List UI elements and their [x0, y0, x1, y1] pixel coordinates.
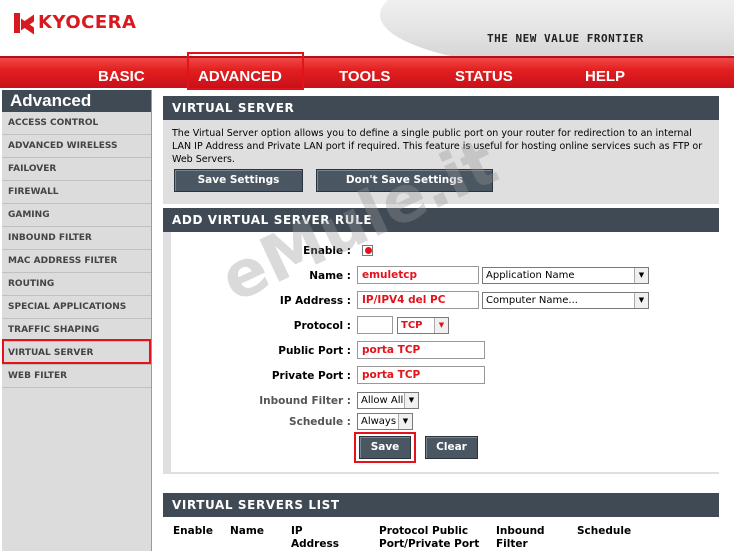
chevron-down-icon: ▼ — [434, 318, 448, 333]
kyocera-logo-icon — [14, 12, 34, 35]
dont-save-settings-button[interactable]: Don't Save Settings — [316, 169, 493, 192]
sidebar-selected-highlight — [2, 339, 151, 364]
column-header-name: Name — [230, 525, 264, 537]
enable-checkbox[interactable] — [362, 245, 373, 256]
tab-help[interactable]: HELP — [585, 68, 625, 85]
add-rule-title: ADD VIRTUAL SERVER RULE — [163, 208, 719, 232]
virtual-server-panel: VIRTUAL SERVER The Virtual Server option… — [163, 96, 719, 204]
sidebar-item-access-control[interactable]: ACCESS CONTROL — [2, 112, 151, 135]
column-header-protocol-ports: Protocol Public Port/Private Port — [379, 525, 480, 550]
virtual-servers-list-title: VIRTUAL SERVERS LIST — [163, 493, 719, 517]
chevron-down-icon: ▼ — [398, 414, 412, 429]
header-swoosh — [380, 0, 734, 56]
sidebar-item-failover[interactable]: FAILOVER — [2, 158, 151, 181]
inbound-filter-label: Inbound Filter : — [259, 395, 351, 407]
kyocera-logo: KYOCERA — [14, 12, 137, 35]
add-rule-form: Enable : Name : emuletcp Application Nam… — [171, 232, 719, 472]
enable-label: Enable : — [303, 245, 351, 257]
chevron-down-icon: ▼ — [404, 393, 418, 408]
top-navigation: BASIC ADVANCED TOOLS STATUS HELP — [0, 56, 734, 88]
sidebar-item-gaming[interactable]: GAMING — [2, 204, 151, 227]
save-settings-button[interactable]: Save Settings — [174, 169, 303, 192]
add-rule-panel: ADD VIRTUAL SERVER RULE Enable : Name : … — [163, 208, 719, 474]
sidebar-title: Advanced — [2, 90, 151, 112]
protocol-select-value: TCP — [401, 320, 423, 331]
schedule-select-value: Always — [361, 416, 397, 427]
tagline: THE NEW VALUE FRONTIER — [487, 32, 644, 45]
column-header-enable: Enable — [173, 525, 213, 537]
ip-address-input[interactable]: IP/IPV4 del PC — [357, 291, 479, 309]
sidebar-item-routing[interactable]: ROUTING — [2, 273, 151, 296]
private-port-label: Private Port : — [271, 370, 351, 382]
ip-address-label: IP Address : — [279, 295, 351, 307]
logo-text: KYOCERA — [38, 12, 137, 33]
column-header-inbound-filter: Inbound Filter — [496, 525, 545, 550]
computer-name-select[interactable]: Computer Name... ▼ — [482, 292, 649, 309]
inbound-filter-select[interactable]: Allow All ▼ — [357, 392, 419, 409]
tab-advanced-highlight — [187, 52, 304, 90]
header: KYOCERA THE NEW VALUE FRONTIER — [0, 0, 734, 56]
sidebar-item-mac-address-filter[interactable]: MAC ADDRESS FILTER — [2, 250, 151, 273]
virtual-server-title: VIRTUAL SERVER — [163, 96, 719, 120]
protocol-select[interactable]: TCP ▼ — [397, 317, 449, 334]
virtual-server-description: The Virtual Server option allows you to … — [172, 128, 703, 165]
protocol-number-input[interactable] — [357, 316, 393, 334]
save-button[interactable]: Save — [359, 436, 411, 459]
checked-mark-icon — [365, 247, 372, 254]
sidebar-item-web-filter[interactable]: WEB FILTER — [2, 365, 151, 388]
chevron-down-icon: ▼ — [634, 293, 648, 308]
sidebar-item-inbound-filter[interactable]: INBOUND FILTER — [2, 227, 151, 250]
name-label: Name : — [309, 270, 351, 282]
tab-tools[interactable]: TOOLS — [339, 68, 390, 85]
schedule-label: Schedule : — [289, 416, 351, 428]
sidebar: Advanced ACCESS CONTROL ADVANCED WIRELES… — [2, 90, 152, 551]
virtual-servers-list-table: Enable Name IP Address Protocol Public Por… — [163, 517, 719, 551]
protocol-label: Protocol : — [293, 320, 351, 332]
column-header-ip-address: IP Address — [291, 525, 339, 550]
sidebar-item-special-applications[interactable]: SPECIAL APPLICATIONS — [2, 296, 151, 319]
computer-name-select-value: Computer Name... — [486, 295, 578, 306]
private-port-input[interactable]: porta TCP — [357, 366, 485, 384]
sidebar-item-advanced-wireless[interactable]: ADVANCED WIRELESS — [2, 135, 151, 158]
chevron-down-icon: ▼ — [634, 268, 648, 283]
clear-button[interactable]: Clear — [425, 436, 478, 459]
sidebar-item-firewall[interactable]: FIREWALL — [2, 181, 151, 204]
inbound-filter-select-value: Allow All — [361, 395, 404, 406]
schedule-select[interactable]: Always ▼ — [357, 413, 413, 430]
public-port-label: Public Port : — [278, 345, 351, 357]
public-port-input[interactable]: porta TCP — [357, 341, 485, 359]
column-header-schedule: Schedule — [577, 525, 632, 537]
virtual-servers-list-panel: VIRTUAL SERVERS LIST Enable Name IP Addre… — [163, 493, 719, 551]
application-name-select[interactable]: Application Name ▼ — [482, 267, 649, 284]
tab-basic[interactable]: BASIC — [98, 68, 145, 85]
application-name-select-value: Application Name — [486, 270, 575, 281]
name-input[interactable]: emuletcp — [357, 266, 479, 284]
tab-status[interactable]: STATUS — [455, 68, 513, 85]
